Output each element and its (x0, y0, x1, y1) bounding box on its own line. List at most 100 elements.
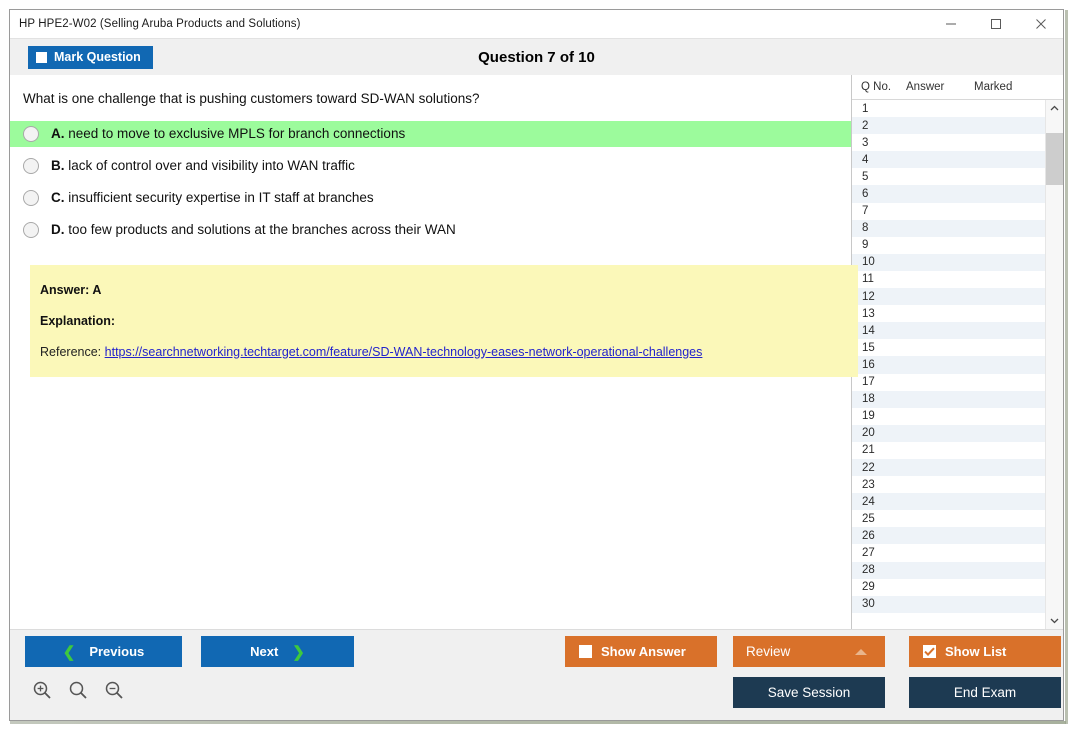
question-list-qno: 3 (862, 136, 869, 149)
answer-value: Answer: A (40, 282, 102, 297)
save-session-button[interactable]: Save Session (733, 677, 885, 708)
question-list-qno: 8 (862, 222, 869, 235)
review-dropdown[interactable]: Review (733, 636, 885, 667)
question-list-qno: 14 (862, 324, 875, 337)
question-list-qno: 12 (862, 290, 875, 303)
question-list-row[interactable]: 2 (852, 117, 1045, 135)
question-list-row[interactable]: 30 (852, 595, 1045, 613)
reference-link[interactable]: https://searchnetworking.techtarget.com/… (105, 345, 703, 359)
question-list-row[interactable]: 16 (852, 356, 1045, 374)
show-list-button[interactable]: Show List (909, 636, 1061, 667)
radio-icon-a[interactable] (23, 125, 39, 142)
option-text-d: too few products and solutions at the br… (68, 222, 456, 238)
scrollbar-thumb[interactable] (1046, 133, 1063, 185)
show-answer-button[interactable]: Show Answer (565, 636, 717, 667)
scroll-down-icon[interactable] (1046, 612, 1063, 629)
question-list-row[interactable]: 19 (852, 407, 1045, 425)
question-list-panel: Q No. Answer Marked 1 2 3 4 5 6 7 8 9 10 11 12 13 14 1… (851, 75, 1063, 629)
question-list-row[interactable]: 23 (852, 476, 1045, 494)
explanation-heading: Explanation: (40, 313, 116, 328)
end-exam-button[interactable]: End Exam (909, 677, 1061, 708)
question-list-row[interactable]: 28 (852, 561, 1045, 579)
question-list-row[interactable]: 24 (852, 493, 1045, 511)
question-list-scrollbar[interactable] (1045, 100, 1063, 629)
radio-icon-b[interactable] (23, 157, 39, 174)
question-list-row[interactable]: 29 (852, 578, 1045, 596)
radio-icon-c[interactable] (23, 189, 39, 206)
question-list-qno: 7 (862, 205, 869, 218)
question-list-header: Q No. Answer Marked (852, 75, 1063, 100)
question-list-row[interactable]: 5 (852, 168, 1045, 186)
question-list-qno: 30 (862, 598, 875, 611)
question-list-row[interactable]: 3 (852, 134, 1045, 152)
question-list-row[interactable]: 18 (852, 390, 1045, 408)
option-row-a[interactable]: A. need to move to exclusive MPLS for br… (10, 120, 851, 147)
radio-icon-d[interactable] (23, 221, 39, 238)
zoom-controls (32, 680, 124, 700)
question-list-row[interactable]: 9 (852, 236, 1045, 254)
question-list-row[interactable]: 10 (852, 253, 1045, 271)
zoom-reset-icon[interactable] (68, 680, 88, 700)
mark-question-button[interactable]: Mark Question (28, 45, 153, 69)
chevron-left-icon: ❮ (62, 643, 76, 661)
question-list-row[interactable]: 4 (852, 151, 1045, 169)
previous-button[interactable]: ❮ Previous (25, 636, 182, 667)
chevron-right-icon: ❯ (292, 643, 305, 661)
question-list-row[interactable]: 17 (852, 373, 1045, 391)
question-list-qno: 19 (862, 410, 875, 423)
show-answer-label: Show Answer (601, 644, 686, 659)
option-letter-d: D. (51, 222, 65, 238)
option-label-a: A. need to move to exclusive MPLS for br… (51, 126, 405, 141)
question-list-row[interactable]: 7 (852, 202, 1045, 220)
question-list-qno: 17 (862, 376, 875, 389)
scroll-up-icon[interactable] (1046, 100, 1063, 117)
question-list-rows: 1 2 3 4 5 6 7 8 9 10 11 12 13 14 15 16 17 18 19 20 21 22 23 24 2… (852, 100, 1045, 629)
question-list-row[interactable]: 27 (852, 544, 1045, 562)
option-label-d: D. too few products and solutions at the… (51, 222, 456, 237)
question-list-row[interactable]: 8 (852, 219, 1045, 237)
close-icon[interactable] (1018, 10, 1063, 38)
question-list-row[interactable]: 6 (852, 185, 1045, 203)
question-list-qno: 23 (862, 478, 875, 491)
question-list-qno: 27 (862, 546, 875, 559)
window-shadow-bottom (10, 721, 1066, 724)
option-letter-b: B. (51, 158, 65, 174)
question-list-row[interactable]: 14 (852, 322, 1045, 340)
question-list-qno: 9 (862, 239, 869, 252)
next-label: Next (250, 644, 279, 659)
maximize-icon[interactable] (973, 10, 1018, 38)
question-list-row[interactable]: 13 (852, 305, 1045, 323)
show-list-label: Show List (945, 644, 1007, 659)
question-list-row[interactable]: 11 (852, 270, 1045, 289)
answer-explanation-panel: Answer: A Explanation: Reference: https:… (30, 264, 858, 377)
question-list-row[interactable]: 26 (852, 527, 1045, 545)
exam-toolbar: Mark Question Question 7 of 10 (10, 39, 1063, 75)
app-screenshot: HP HPE2-W02 (Selling Aruba Products and … (0, 0, 1075, 735)
question-list-row[interactable]: 12 (852, 288, 1045, 306)
question-list-row[interactable]: 20 (852, 424, 1045, 442)
zoom-out-icon[interactable] (104, 680, 124, 700)
column-header-answer: Answer (906, 81, 945, 93)
scrollbar-track[interactable] (1046, 117, 1063, 612)
window-title: HP HPE2-W02 (Selling Aruba Products and … (19, 18, 301, 30)
column-header-marked: Marked (974, 81, 1013, 93)
mark-question-label: Mark Question (54, 50, 141, 64)
end-exam-label: End Exam (953, 685, 1017, 700)
option-row-b[interactable]: B. lack of control over and visibility i… (10, 153, 851, 179)
question-list-row[interactable]: 1 (852, 100, 1045, 118)
exam-footer: ❮ Previous Next ❯ Show Answer Review Sho… (10, 629, 1063, 720)
answer-options: A. need to move to exclusive MPLS for br… (10, 120, 851, 243)
question-list-row[interactable]: 22 (852, 458, 1045, 477)
minimize-icon[interactable] (928, 10, 973, 38)
zoom-in-icon[interactable] (32, 680, 52, 700)
question-list-qno: 21 (862, 444, 875, 457)
option-row-c[interactable]: C. insufficient security expertise in IT… (10, 185, 851, 211)
chevron-up-icon (855, 648, 867, 655)
option-label-c: C. insufficient security expertise in IT… (51, 190, 374, 205)
option-text-c: insufficient security expertise in IT st… (68, 190, 374, 206)
question-list-row[interactable]: 21 (852, 441, 1045, 459)
question-list-row[interactable]: 25 (852, 510, 1045, 528)
question-list-row[interactable]: 15 (852, 339, 1045, 357)
option-row-d[interactable]: D. too few products and solutions at the… (10, 217, 851, 243)
next-button[interactable]: Next ❯ (201, 636, 354, 667)
